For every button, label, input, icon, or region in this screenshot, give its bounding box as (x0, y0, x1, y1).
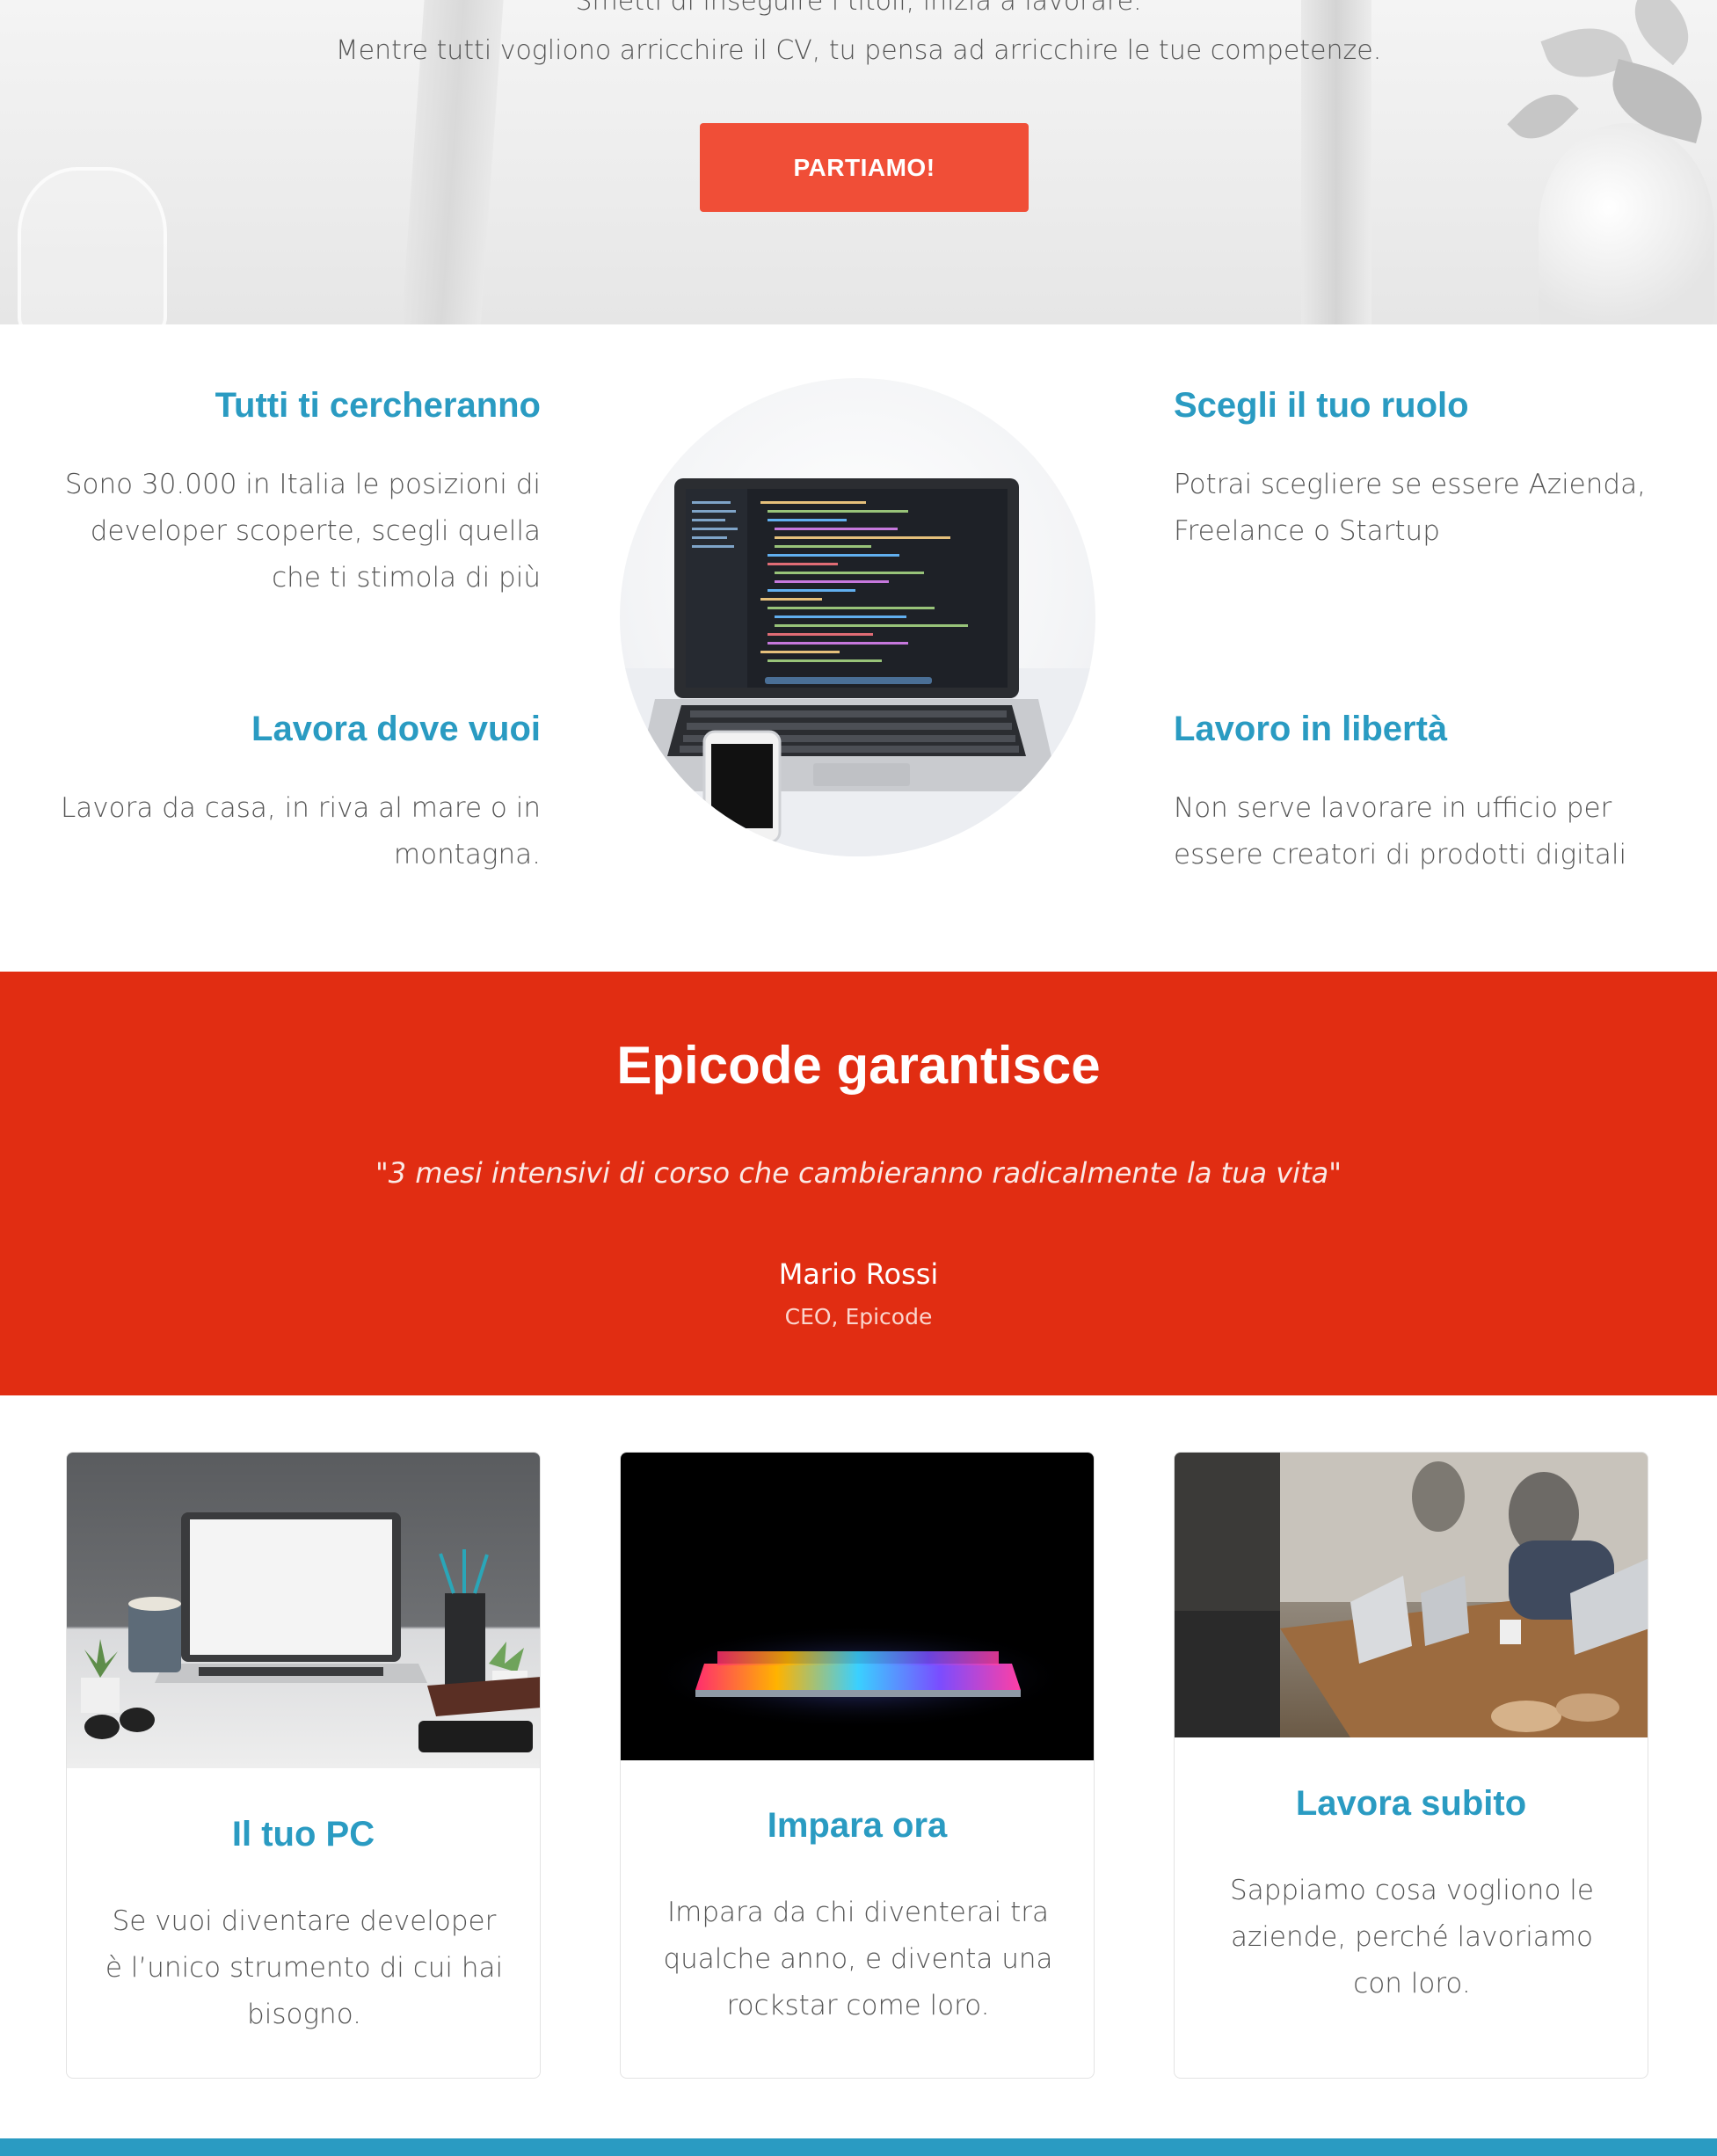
laptop-photo (620, 378, 1095, 856)
card-text: Se vuoi diventare developer è l’unico st… (105, 1905, 504, 2030)
card-image-glowing-laptop (621, 1453, 1094, 1760)
partiamo-button[interactable]: PARTIAMO! (700, 123, 1029, 212)
card-title: Impara ora (767, 1806, 948, 1845)
card-title: Lavora subito (1295, 1784, 1527, 1823)
card-title: Il tuo PC (231, 1815, 375, 1854)
hero-description: Mentre tutti vogliono arricchire il CV, … (335, 35, 1382, 66)
laptop-illustration (620, 478, 1095, 856)
feature-title: Lavoro in libertà (1174, 710, 1448, 748)
feature-text: Sono 30.000 in Italia le posizioni di de… (64, 469, 541, 594)
feature-text: Lavora da casa, in riva al mare o in mon… (61, 792, 541, 870)
testimonial-title: Epicode garantisce (616, 1036, 1101, 1095)
feature-item: Lavoro in libertà Non serve lavorare in … (1174, 708, 1666, 878)
feature-title: Lavora dove vuoi (251, 710, 541, 748)
feature-item: Scegli il tuo ruolo Potrai scegliere se … (1174, 384, 1666, 555)
hero-section: Smetti di inseguire i titoli, inizia a l… (0, 0, 1717, 324)
testimonial-section: Epicode garantisce "3 mesi intensivi di … (0, 972, 1717, 1395)
card-image-desk-laptop (67, 1453, 540, 1768)
hero-background-plant-pot (1539, 123, 1714, 324)
feature-text: Potrai scegliere se essere Azienda, Free… (1174, 469, 1646, 547)
hero-background-leaf (1507, 80, 1579, 153)
footer-accent-bar (0, 2138, 1717, 2156)
testimonial-author: Mario Rossi (778, 1257, 939, 1291)
hero-background-glass (18, 167, 167, 324)
testimonial-role: CEO, Epicode (784, 1304, 933, 1329)
testimonial-quote: "3 mesi intensivi di corso che cambieran… (375, 1156, 1342, 1190)
hero-subtitle: Smetti di inseguire i titoli, inizia a l… (575, 0, 1142, 17)
card-lavora-subito: Lavora subito Sappiamo cosa vogliono le … (1174, 1452, 1648, 2079)
feature-title: Tutti ti cercheranno (215, 386, 541, 425)
card-text: Sappiamo cosa vogliono le aziende, perch… (1230, 1875, 1594, 1999)
card-il-tuo-pc: Il tuo PC Se vuoi diventare developer è … (66, 1452, 541, 2079)
feature-text: Non serve lavorare in ufficio per essere… (1174, 792, 1627, 870)
card-text: Impara da chi diventerai tra qualche ann… (663, 1897, 1053, 2021)
feature-item: Lavora dove vuoi Lavora da casa, in riva… (48, 708, 541, 878)
card-image-office-meeting (1175, 1453, 1648, 1737)
card-impara-ora: Impara ora Impara da chi diventerai tra … (620, 1452, 1095, 2079)
feature-title: Scegli il tuo ruolo (1174, 386, 1469, 425)
feature-item: Tutti ti cercheranno Sono 30.000 in Ital… (48, 384, 541, 601)
